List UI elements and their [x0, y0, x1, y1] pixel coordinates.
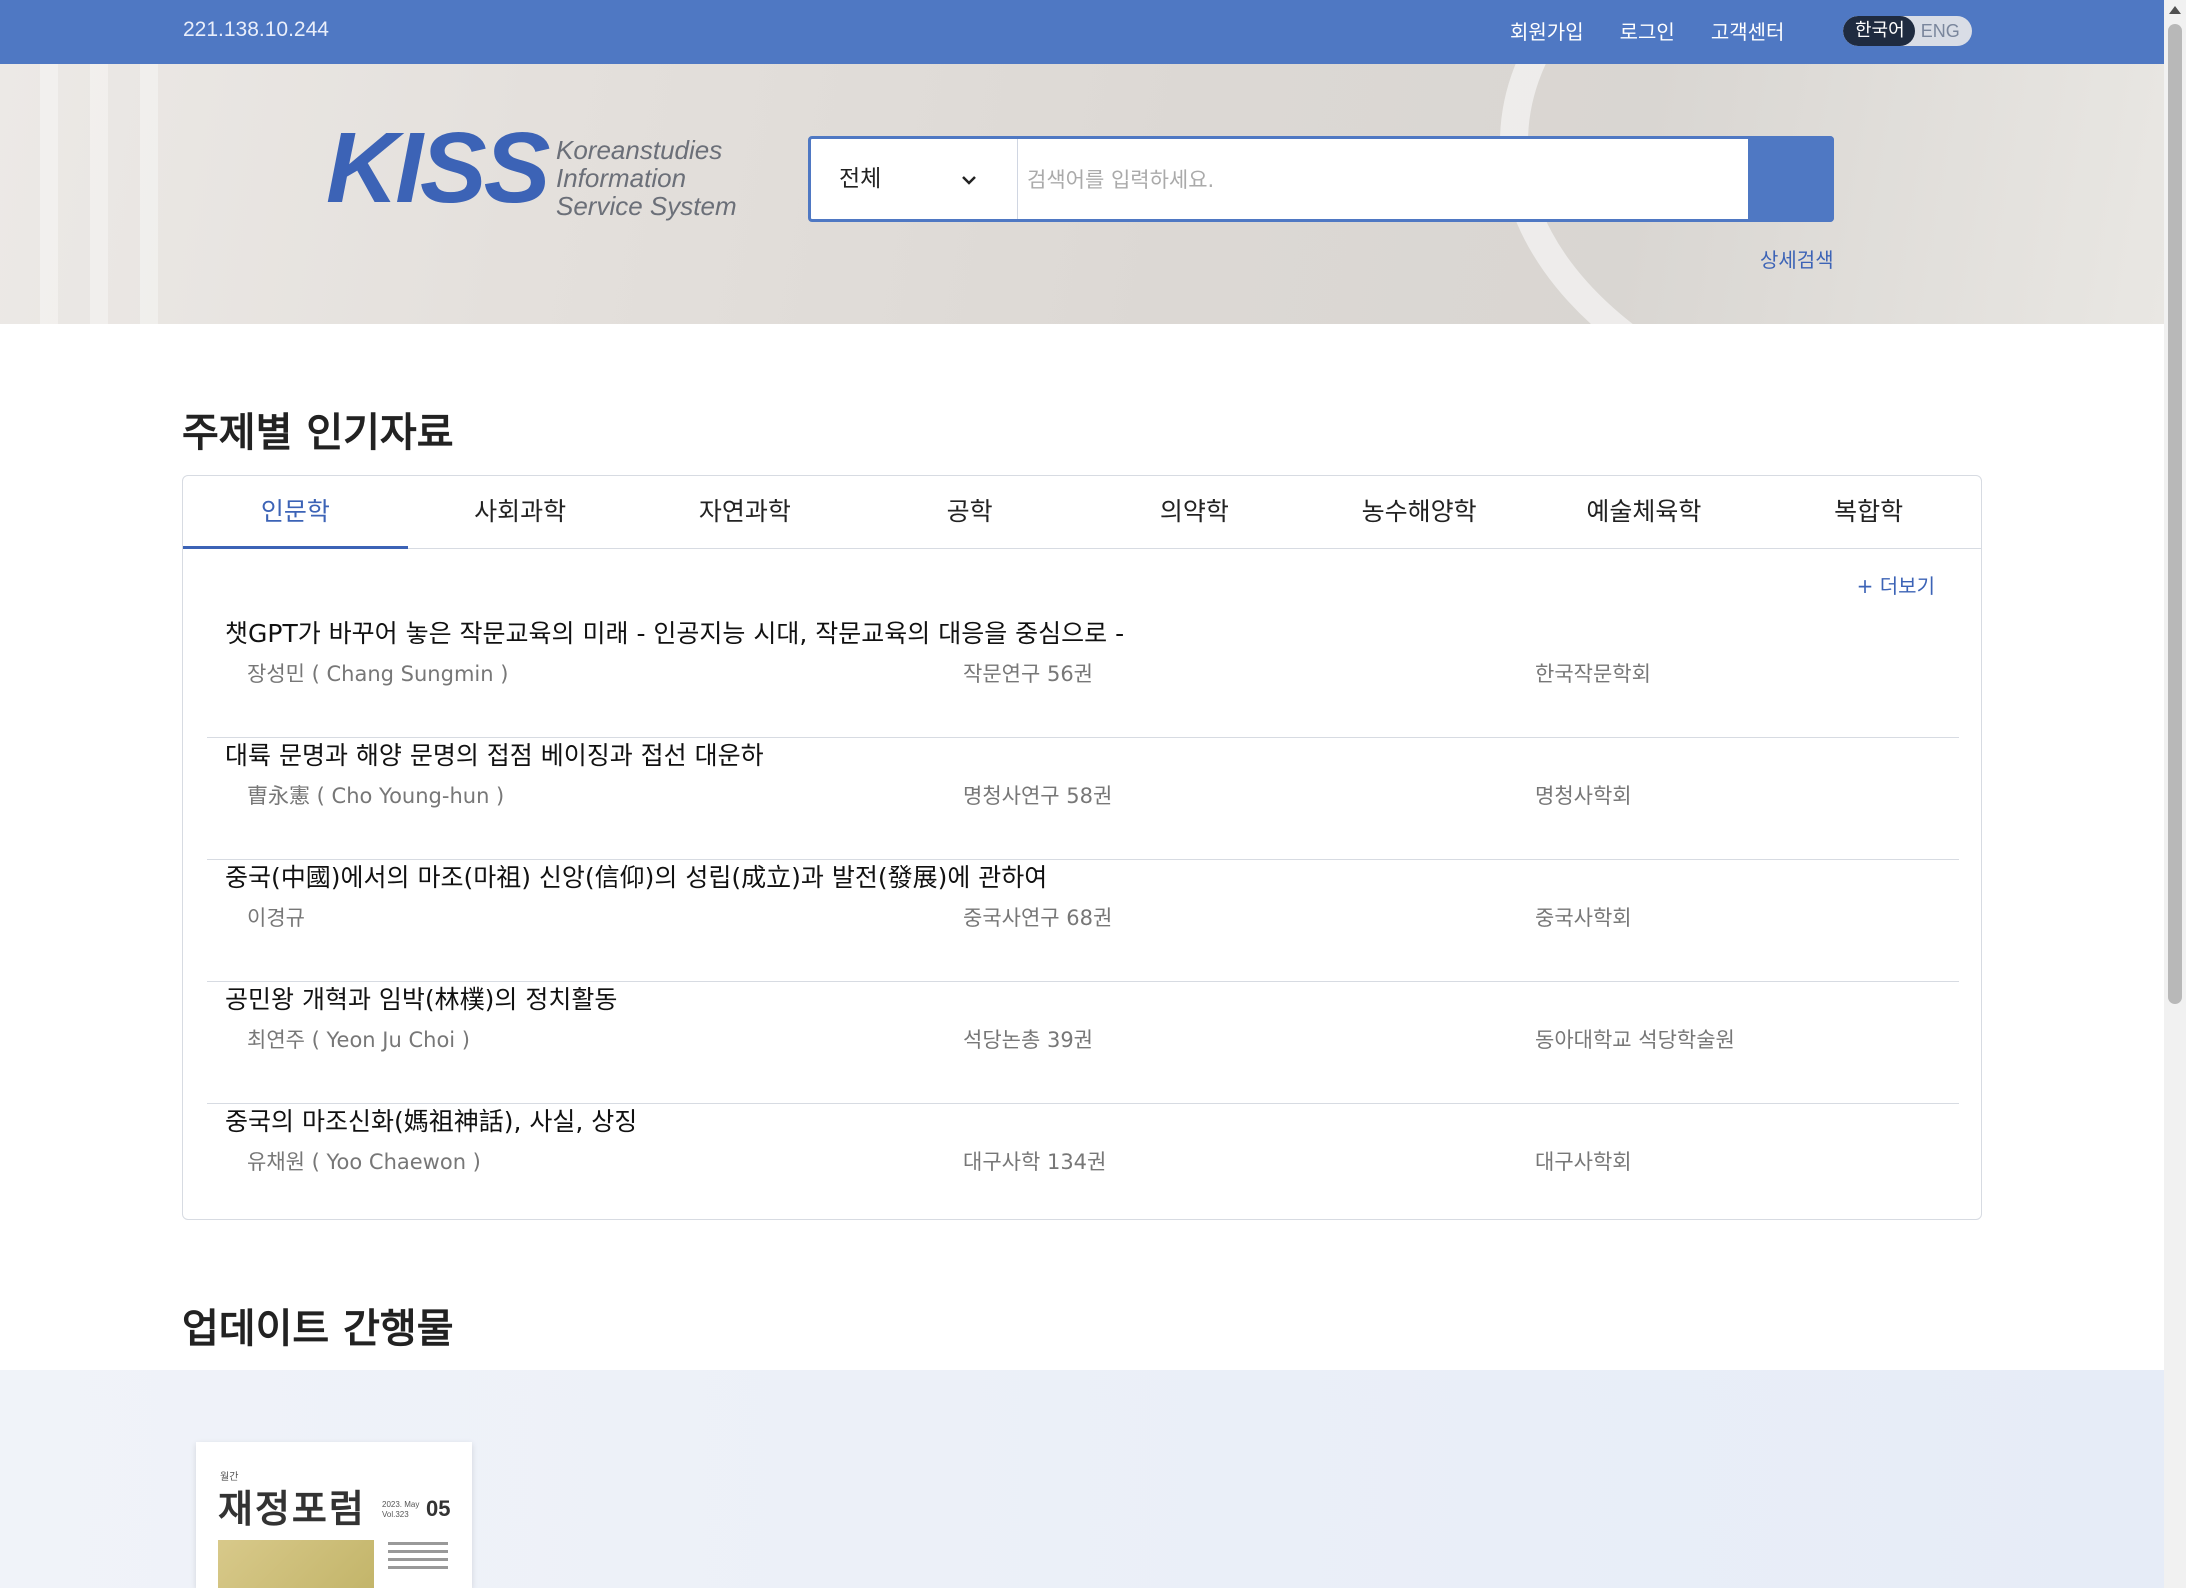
- article-journal: 대구사학 134권: [963, 1150, 1107, 1174]
- customer-center-link[interactable]: 고객센터: [1711, 16, 1785, 45]
- subject-tabs: 인문학 사회과학 자연과학 공학 의약학 농수해양학 예술체육학 복합학: [183, 476, 1981, 549]
- article-title[interactable]: 대륙 문명과 해양 문명의 접점 베이징과 접선 대운하: [225, 736, 764, 772]
- login-link[interactable]: 로그인: [1620, 16, 1675, 45]
- article-journal: 작문연구 56권: [963, 662, 1093, 686]
- top-bar: 221.138.10.244 회원가입 로그인 고객센터 한국어 ENG: [0, 0, 2164, 64]
- lang-korean-button[interactable]: 한국어: [1843, 16, 1915, 46]
- list-item: 공민왕 개혁과 임박(林樸)의 정치활동 최연주 ( Yeon Ju Choi …: [207, 982, 1959, 1104]
- list-item: 대륙 문명과 해양 문명의 접점 베이징과 접선 대운하 曺永憲 ( Cho Y…: [207, 738, 1959, 860]
- search-input[interactable]: [1025, 151, 1549, 209]
- cover-meta-line: 2023. May: [382, 1500, 420, 1509]
- article-author: 유채원 ( Yoo Chaewon ): [247, 1150, 481, 1174]
- banner-decoration: [90, 64, 108, 324]
- logo-wordmark: KISS: [326, 112, 550, 224]
- article-publisher: 중국사학회: [1535, 906, 1632, 930]
- list-item: 중국(中國)에서의 마조(마祖) 신앙(信仰)의 성립(成立)과 발전(發展)에…: [207, 860, 1959, 982]
- kiss-logo[interactable]: KISS Koreanstudies Information Service S…: [326, 112, 737, 224]
- search-scope-value: 전체: [839, 166, 882, 192]
- logo-subtitle-line: Service System: [556, 191, 737, 221]
- tab-humanities[interactable]: 인문학: [183, 476, 408, 549]
- cover-issue-number: 05: [426, 1496, 451, 1521]
- tab-arts-sports[interactable]: 예술체육학: [1532, 476, 1757, 548]
- article-journal: 중국사연구 68권: [963, 906, 1113, 930]
- article-author: 曺永憲 ( Cho Young-hun ): [247, 784, 505, 808]
- cover-meta-line: Vol.323: [382, 1510, 409, 1519]
- article-author: 최연주 ( Yeon Ju Choi ): [247, 1028, 470, 1052]
- ip-address: 221.138.10.244: [183, 18, 329, 41]
- article-journal: 명청사연구 58권: [963, 784, 1113, 808]
- popular-list: 챗GPT가 바꾸어 놓은 작문교육의 미래 - 인공지능 시대, 작문교육의 대…: [207, 616, 1959, 1225]
- publication-cover[interactable]: 월간 재정포럼 2023. May Vol.323 05: [196, 1442, 472, 1588]
- updates-section-title: 업데이트 간행물: [182, 1306, 454, 1352]
- article-author: 장성민 ( Chang Sungmin ): [247, 662, 509, 686]
- search-bar: 전체: [808, 136, 1834, 222]
- logo-subtitle-line: Koreanstudies: [556, 135, 723, 165]
- cover-image: [218, 1540, 374, 1588]
- article-publisher: 명청사학회: [1535, 784, 1632, 808]
- cover-title: 재정포럼: [218, 1487, 366, 1531]
- tab-engineering[interactable]: 공학: [857, 476, 1082, 548]
- search-scope-select[interactable]: 전체: [811, 139, 1018, 219]
- article-publisher: 한국작문학회: [1535, 662, 1651, 686]
- tab-medicine[interactable]: 의약학: [1082, 476, 1307, 548]
- article-journal: 석당논총 39권: [963, 1028, 1093, 1052]
- signup-link[interactable]: 회원가입: [1510, 16, 1584, 45]
- logo-subtitle: Koreanstudies Information Service System: [556, 136, 737, 220]
- tab-agriculture-fisheries[interactable]: 농수해양학: [1307, 476, 1532, 548]
- popular-panel: 인문학 사회과학 자연과학 공학 의약학 농수해양학 예술체육학 복합학 + 더…: [182, 475, 1982, 1220]
- article-publisher: 동아대학교 석당학술원: [1535, 1028, 1735, 1052]
- cover-text-lines: [388, 1542, 448, 1574]
- popular-section-title: 주제별 인기자료: [182, 410, 454, 456]
- article-publisher: 대구사학회: [1535, 1150, 1632, 1174]
- list-item: 챗GPT가 바꾸어 놓은 작문교육의 미래 - 인공지능 시대, 작문교육의 대…: [207, 616, 1959, 738]
- article-title[interactable]: 중국(中國)에서의 마조(마祖) 신앙(信仰)의 성립(成立)과 발전(發展)에…: [225, 858, 1047, 894]
- tab-interdisciplinary[interactable]: 복합학: [1756, 476, 1981, 548]
- lang-english-button[interactable]: ENG: [1915, 16, 1972, 46]
- logo-subtitle-line: Information: [556, 163, 687, 193]
- banner-decoration: [40, 64, 58, 324]
- article-title[interactable]: 공민왕 개혁과 임박(林樸)의 정치활동: [225, 980, 617, 1016]
- cover-meta: 2023. May Vol.323: [382, 1500, 419, 1520]
- article-author: 이경규: [247, 906, 305, 930]
- list-item: 중국의 마조신화(媽祖神話), 사실, 상징 유채원 ( Yoo Chaewon…: [207, 1104, 1959, 1225]
- more-link[interactable]: + 더보기: [1857, 570, 1935, 599]
- language-toggle: 한국어 ENG: [1843, 16, 1972, 46]
- tab-social-science[interactable]: 사회과학: [408, 476, 633, 548]
- scroll-up-icon[interactable]: [2169, 6, 2181, 14]
- advanced-search-link[interactable]: 상세검색: [1760, 244, 1834, 273]
- article-title[interactable]: 중국의 마조신화(媽祖神話), 사실, 상징: [225, 1102, 637, 1138]
- scrollbar[interactable]: [2164, 0, 2186, 1588]
- scrollbar-thumb[interactable]: [2168, 24, 2182, 1004]
- tab-natural-science[interactable]: 자연과학: [633, 476, 858, 548]
- banner-decoration: [140, 64, 158, 324]
- search-button[interactable]: [1748, 136, 1834, 222]
- top-links: 회원가입 로그인 고객센터: [1510, 0, 1820, 60]
- article-title[interactable]: 챗GPT가 바꾸어 놓은 작문교육의 미래 - 인공지능 시대, 작문교육의 대…: [225, 614, 1124, 650]
- chevron-down-icon: [961, 139, 977, 219]
